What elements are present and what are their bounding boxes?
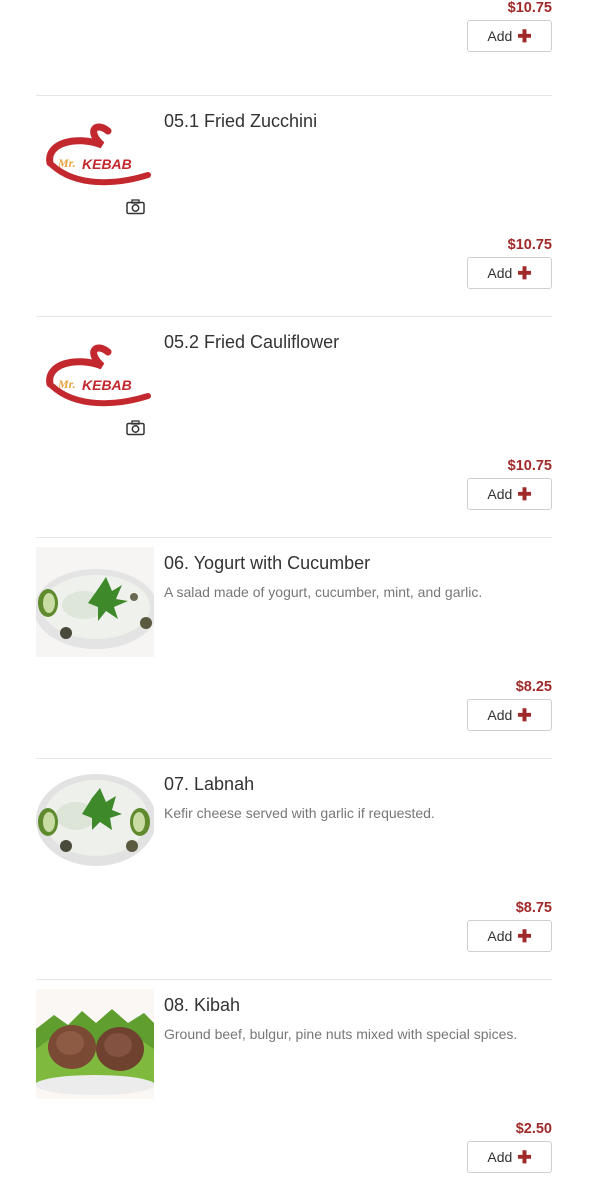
item-image[interactable]	[36, 989, 154, 1099]
add-button-label: Add	[487, 707, 513, 723]
add-button-label: Add	[487, 1149, 513, 1165]
item-title[interactable]: 07. Labnah	[164, 774, 254, 795]
item-price: $10.75	[507, 458, 552, 474]
item-image[interactable]	[36, 547, 154, 657]
plus-icon: ✚	[517, 1147, 532, 1167]
svg-text:KEBAB: KEBAB	[82, 377, 132, 393]
plus-icon: ✚	[517, 484, 532, 504]
add-button[interactable]: Add ✚	[467, 920, 552, 952]
plus-icon: ✚	[517, 926, 532, 946]
item-title[interactable]: 08. Kibah	[164, 995, 240, 1016]
item-description: Ground beef, bulgur, pine nuts mixed wit…	[164, 1026, 518, 1042]
plus-icon: ✚	[517, 263, 532, 283]
menu-item[interactable]: 08. Kibah Ground beef, bulgur, pine nuts…	[36, 979, 552, 1200]
menu-item[interactable]: 06. Yogurt with Cucumber A salad made of…	[36, 537, 552, 758]
item-price: $8.25	[515, 679, 552, 695]
add-button[interactable]: Add ✚	[467, 257, 552, 289]
item-description: Kefir cheese served with garlic if reque…	[164, 805, 435, 821]
camera-icon[interactable]	[126, 420, 145, 436]
camera-icon[interactable]	[126, 199, 145, 215]
labnah-photo	[36, 768, 154, 878]
menu-item-partial: $10.75 Add ✚	[36, 0, 552, 79]
add-button-label: Add	[487, 265, 513, 281]
item-price: $10.75	[507, 237, 552, 253]
item-image-logo[interactable]: Mr. KEBAB	[36, 105, 154, 215]
svg-text:KEBAB: KEBAB	[82, 156, 132, 172]
add-button[interactable]: Add ✚	[467, 1141, 552, 1173]
item-title[interactable]: 05.1 Fried Zucchini	[164, 111, 317, 132]
menu-item[interactable]: 07. Labnah Kefir cheese served with garl…	[36, 758, 552, 979]
item-image-logo[interactable]: Mr. KEBAB	[36, 326, 154, 436]
kibah-photo	[36, 989, 154, 1099]
item-title[interactable]: 05.2 Fried Cauliflower	[164, 332, 339, 353]
svg-text:Mr.: Mr.	[57, 156, 76, 170]
add-button-label: Add	[487, 486, 513, 502]
item-price: $10.75	[507, 0, 552, 16]
item-price: $2.50	[515, 1121, 552, 1137]
item-price: $8.75	[515, 900, 552, 916]
add-button[interactable]: Add ✚	[467, 20, 552, 52]
add-button[interactable]: Add ✚	[467, 478, 552, 510]
menu-item[interactable]: Mr. KEBAB 05.1 Fried Zucchini $10.75 Add…	[36, 95, 552, 316]
add-button[interactable]: Add ✚	[467, 699, 552, 731]
plus-icon: ✚	[517, 26, 532, 46]
item-description: A salad made of yogurt, cucumber, mint, …	[164, 584, 483, 600]
yogurt-cucumber-photo	[36, 547, 154, 657]
menu-item[interactable]: Mr. KEBAB 05.2 Fried Cauliflower $10.75 …	[36, 316, 552, 537]
plus-icon: ✚	[517, 705, 532, 725]
add-button-label: Add	[487, 928, 513, 944]
item-title[interactable]: 06. Yogurt with Cucumber	[164, 553, 370, 574]
add-button-label: Add	[487, 28, 513, 44]
svg-text:Mr.: Mr.	[57, 377, 76, 391]
item-image[interactable]	[36, 768, 154, 878]
